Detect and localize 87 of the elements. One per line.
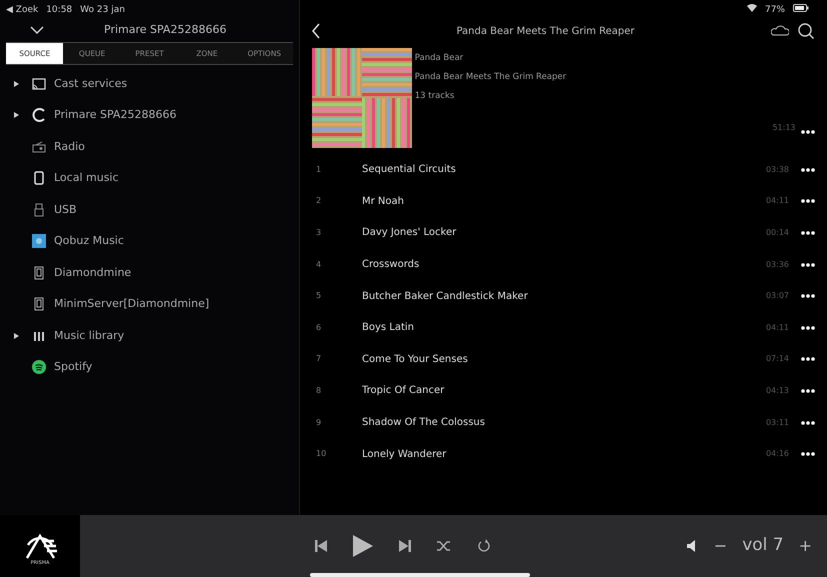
sidebar-item[interactable]: Cast services [0, 68, 299, 100]
track-title[interactable]: Come To Your Senses [362, 352, 468, 367]
sidebar-item[interactable]: Local music [0, 162, 299, 194]
expand-arrow-icon[interactable] [14, 332, 19, 339]
sidebar-item[interactable]: Qobuz Music [0, 226, 299, 257]
search-icon[interactable] [797, 22, 815, 40]
sidebar-item[interactable]: Radio [0, 131, 299, 162]
sidebar-item[interactable]: Spotify [0, 352, 299, 383]
track-duration: 03:07 [766, 290, 789, 302]
track-number: 10 [315, 448, 328, 460]
wifi-icon [746, 4, 757, 12]
server-icon [32, 297, 46, 312]
volume-down-button[interactable]: − [710, 534, 732, 558]
more-options-icon[interactable] [801, 294, 815, 298]
sidebar-item[interactable]: MinimServer[Diamondmine] [0, 288, 299, 320]
arc-icon [32, 108, 46, 122]
previous-icon[interactable] [315, 540, 327, 552]
expand-arrow-icon[interactable] [14, 112, 19, 118]
album-name: Panda Bear Meets The Grim Reaper [414, 70, 566, 84]
play-icon[interactable] [353, 535, 373, 557]
shuffle-icon[interactable] [437, 540, 451, 552]
sidebar-item[interactable]: Primare SPA25288666 [0, 100, 299, 131]
track-duration: 07:14 [766, 353, 789, 366]
track-number: 5 [315, 290, 322, 302]
track-duration: 04:11 [766, 195, 789, 208]
more-options-icon[interactable] [801, 199, 815, 204]
track-title[interactable]: Shadow Of The Colossus [362, 415, 485, 430]
track-number: 6 [315, 322, 322, 334]
volume-level: vol 7 [742, 534, 784, 558]
more-options-icon[interactable] [801, 452, 815, 456]
more-options-icon[interactable] [801, 357, 815, 362]
track-number: 8 [315, 384, 322, 397]
track-duration: 03:38 [766, 164, 789, 176]
volume-up-button[interactable]: + [794, 534, 816, 558]
total-duration: 51:13 [772, 122, 796, 134]
more-options-icon[interactable] [801, 230, 815, 235]
sidebar-item[interactable]: Music library [0, 320, 299, 352]
more-options-icon[interactable] [801, 130, 815, 134]
status-time: 10:58 [46, 4, 72, 17]
battery-icon [793, 4, 809, 12]
repeat-icon[interactable] [477, 539, 491, 553]
track-title[interactable]: Davy Jones' Locker [362, 225, 456, 240]
back-link[interactable]: ◀ Zoek [6, 4, 38, 18]
battery-percent: 77% [764, 4, 785, 17]
track-number: 2 [315, 195, 322, 208]
track-title[interactable]: Mr Noah [362, 194, 404, 209]
more-options-icon[interactable] [801, 388, 815, 393]
usb-icon [32, 202, 46, 217]
album-header-title: Panda Bear Meets The Grim Reaper [455, 24, 636, 38]
sidebar-item[interactable]: USB [0, 194, 299, 226]
qobuz-icon [32, 234, 46, 248]
track-title[interactable]: Sequential Circuits [362, 162, 456, 178]
track-duration: 03:11 [766, 416, 789, 429]
track-duration: 04:13 [766, 384, 789, 397]
sidebar-item[interactable]: Diamondmine [0, 257, 299, 288]
more-options-icon[interactable] [801, 326, 815, 330]
artist-name: Panda Bear [414, 52, 464, 65]
track-title[interactable]: Crosswords [362, 257, 420, 272]
track-duration: 03:36 [766, 258, 789, 271]
device-title: Primare SPA25288666 [104, 22, 226, 38]
next-icon[interactable] [399, 540, 411, 552]
expand-arrow-icon[interactable] [14, 80, 19, 87]
track-duration: 04:11 [766, 322, 789, 334]
track-title[interactable]: Lonely Wanderer [362, 446, 446, 462]
phone-icon [32, 171, 46, 186]
more-options-icon[interactable] [801, 420, 815, 425]
track-title[interactable]: Tropic Of Cancer [362, 383, 444, 398]
track-number: 1 [315, 164, 322, 176]
spotify-icon [32, 360, 46, 374]
track-title[interactable]: Butcher Baker Candlestick Maker [362, 288, 528, 304]
track-duration: 04:16 [766, 448, 789, 460]
track-number: 3 [315, 226, 322, 239]
track-count: 13 tracks [414, 90, 456, 102]
server-icon [32, 266, 46, 280]
radio-icon [32, 140, 46, 154]
cast-icon [32, 76, 46, 91]
chevron-down-icon[interactable] [30, 26, 44, 34]
more-options-icon[interactable] [801, 262, 815, 267]
cloud-icon[interactable] [771, 25, 789, 37]
track-number: 9 [315, 416, 322, 429]
track-duration: 00:14 [766, 226, 789, 239]
track-number: 7 [315, 353, 322, 366]
more-options-icon[interactable] [801, 168, 815, 172]
back-icon[interactable] [312, 23, 320, 39]
track-title[interactable]: Boys Latin [362, 320, 414, 336]
status-date: Wo 23 jan [80, 4, 125, 17]
track-number: 4 [315, 258, 322, 271]
